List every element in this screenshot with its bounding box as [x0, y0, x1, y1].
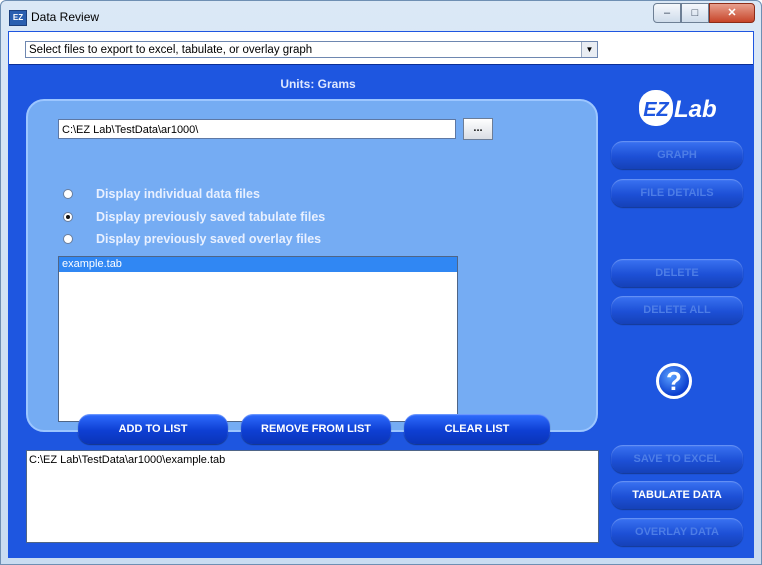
- graph-button[interactable]: GRAPH: [611, 141, 743, 169]
- app-icon: EZ: [9, 10, 27, 26]
- data-review-window: EZ Data Review – □ ✕ Select files to exp…: [0, 0, 762, 565]
- logo-text: Lab: [674, 96, 717, 123]
- export-mode-dropdown[interactable]: Select files to export to excel, tabulat…: [25, 41, 598, 58]
- file-browser-panel: C:\EZ Lab\TestData\ar1000\ ... Display i…: [26, 99, 598, 432]
- delete-all-button[interactable]: DELETE ALL: [611, 296, 743, 324]
- overlay-data-button[interactable]: OVERLAY DATA: [611, 518, 743, 546]
- radio-button[interactable]: [63, 234, 73, 244]
- radio-label: Display previously saved overlay files: [96, 232, 322, 246]
- directory-path-field[interactable]: C:\EZ Lab\TestData\ar1000\: [58, 119, 456, 139]
- minimize-button[interactable]: –: [653, 3, 681, 23]
- export-mode-value: Select files to export to excel, tabulat…: [29, 44, 313, 56]
- window-title: Data Review: [31, 10, 100, 24]
- add-to-list-button[interactable]: ADD TO LIST: [78, 414, 228, 444]
- list-item[interactable]: example.tab: [59, 257, 457, 272]
- chevron-down-icon[interactable]: ▼: [581, 42, 597, 57]
- window-controls: – □ ✕: [653, 3, 755, 25]
- selected-files-list[interactable]: C:\EZ Lab\TestData\ar1000\example.tab: [26, 450, 599, 543]
- logo-badge-text: EZ: [643, 99, 669, 121]
- save-to-excel-button[interactable]: SAVE TO EXCEL: [611, 445, 743, 473]
- file-details-button[interactable]: FILE DETAILS: [611, 179, 743, 207]
- clear-list-button[interactable]: CLEAR LIST: [404, 414, 550, 444]
- radio-label: Display previously saved tabulate files: [96, 210, 326, 224]
- delete-button[interactable]: DELETE: [611, 259, 743, 287]
- radio-label: Display individual data files: [96, 187, 260, 201]
- maximize-button[interactable]: □: [681, 3, 709, 23]
- units-label: Units: Grams: [280, 77, 356, 91]
- radio-tabulate-files[interactable]: Display previously saved tabulate files: [63, 208, 325, 226]
- client-area: Select files to export to excel, tabulat…: [8, 31, 754, 558]
- help-icon[interactable]: ?: [656, 363, 692, 399]
- list-item[interactable]: C:\EZ Lab\TestData\ar1000\example.tab: [29, 454, 596, 466]
- radio-button[interactable]: [63, 189, 73, 199]
- radio-overlay-files[interactable]: Display previously saved overlay files: [63, 230, 321, 248]
- file-list[interactable]: example.tab: [58, 256, 458, 422]
- radio-individual-files[interactable]: Display individual data files: [63, 185, 260, 203]
- ezlab-logo: EZ Lab: [639, 90, 717, 126]
- close-button[interactable]: ✕: [709, 3, 755, 23]
- tabulate-data-button[interactable]: TABULATE DATA: [611, 481, 743, 509]
- radio-button[interactable]: [63, 212, 73, 222]
- browse-button[interactable]: ...: [463, 118, 493, 140]
- remove-from-list-button[interactable]: REMOVE FROM LIST: [241, 414, 391, 444]
- export-selector-bar: Select files to export to excel, tabulat…: [9, 32, 753, 65]
- title-bar: EZ Data Review – □ ✕: [1, 1, 761, 31]
